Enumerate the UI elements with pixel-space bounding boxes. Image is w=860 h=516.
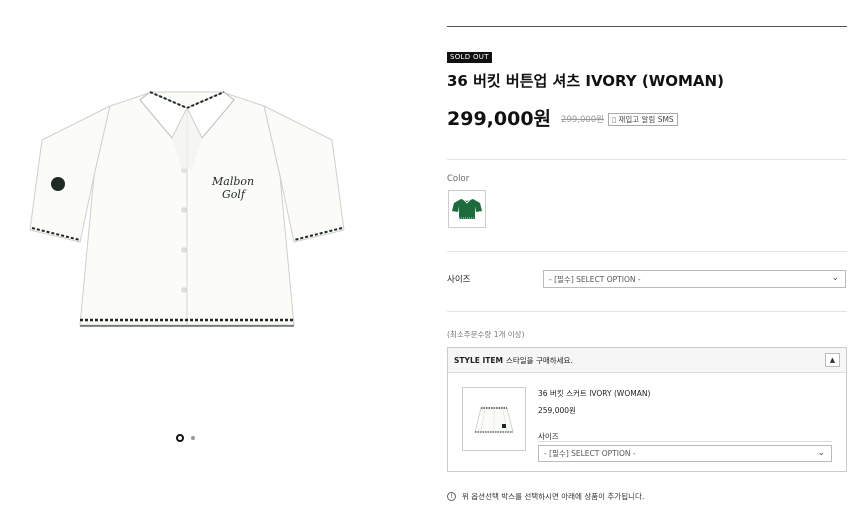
style-item-thumbnail[interactable] (462, 387, 526, 451)
product-title: 36 버킷 버튼업 셔츠 IVORY (WOMAN) (447, 72, 724, 90)
divider (447, 159, 847, 160)
style-item-size-select-value: - [필수] SELECT OPTION - (544, 449, 636, 458)
option-notice: ! 위 옵션선택 박스를 선택하시면 아래에 상품이 추가됩니다. (447, 491, 644, 502)
skirt-image (474, 407, 514, 433)
carousel-dot-active[interactable] (176, 434, 184, 442)
chevron-down-icon: ⌄ (831, 273, 839, 283)
carousel-dot[interactable] (191, 436, 195, 440)
product-gallery: Malbon Golf (0, 0, 400, 516)
product-detail: SOLD OUT 36 버킷 버튼업 셔츠 IVORY (WOMAN) 299,… (447, 0, 847, 516)
style-item-subtitle: 스타일을 구매하세요. (505, 355, 573, 365)
option-notice-text: 위 옵션선택 박스를 선택하시면 아래에 상품이 추가됩니다. (462, 492, 645, 501)
mobile-icon: ▯ (612, 114, 617, 124)
original-price: 299,000원 (561, 115, 605, 125)
divider (538, 441, 832, 442)
divider (447, 26, 847, 27)
divider (447, 311, 847, 312)
sold-out-badge: SOLD OUT (447, 52, 492, 63)
divider (447, 251, 847, 252)
shirt-logo-text-2: Golf (222, 188, 247, 201)
chevron-up-icon: ▲ (829, 356, 836, 364)
color-swatch-green[interactable] (448, 190, 486, 228)
exclamation-icon: ! (447, 492, 456, 501)
image-carousel-dots (176, 434, 195, 442)
price-row: 299,000원 299,000원 ▯ 재입고 알림 SMS (447, 104, 678, 130)
restock-sms-label: 재입고 알림 SMS (618, 114, 674, 124)
green-shirt-thumbnail (452, 198, 482, 219)
style-item-header[interactable]: STYLE ITEM 스타일을 구매하세요. ▲ (448, 348, 846, 373)
style-item-name[interactable]: 36 버킷 스커트 IVORY (WOMAN) (538, 388, 650, 399)
size-select-value: - [필수] SELECT OPTION - (549, 274, 641, 284)
style-item-title: STYLE ITEM (454, 355, 503, 365)
style-item-size-select[interactable]: - [필수] SELECT OPTION - ⌄ (538, 445, 832, 462)
min-quantity-note: (최소주문수량 1개 이상) (447, 330, 525, 339)
color-label: Color (447, 174, 470, 184)
size-select[interactable]: - [필수] SELECT OPTION - ⌄ (543, 270, 846, 288)
restock-sms-button[interactable]: ▯ 재입고 알림 SMS (608, 112, 678, 126)
style-item-price: 259,000원 (538, 406, 576, 415)
product-image[interactable]: Malbon Golf (22, 80, 352, 350)
size-label: 사이즈 (447, 275, 471, 285)
style-item-panel: STYLE ITEM 스타일을 구매하세요. ▲ 36 버킷 스커트 IVORY… (447, 347, 847, 472)
chevron-down-icon: ⌄ (817, 448, 825, 458)
shirt-logo-text: Malbon (211, 175, 254, 188)
collapse-button[interactable]: ▲ (825, 353, 840, 367)
product-price: 299,000원 (447, 107, 552, 130)
